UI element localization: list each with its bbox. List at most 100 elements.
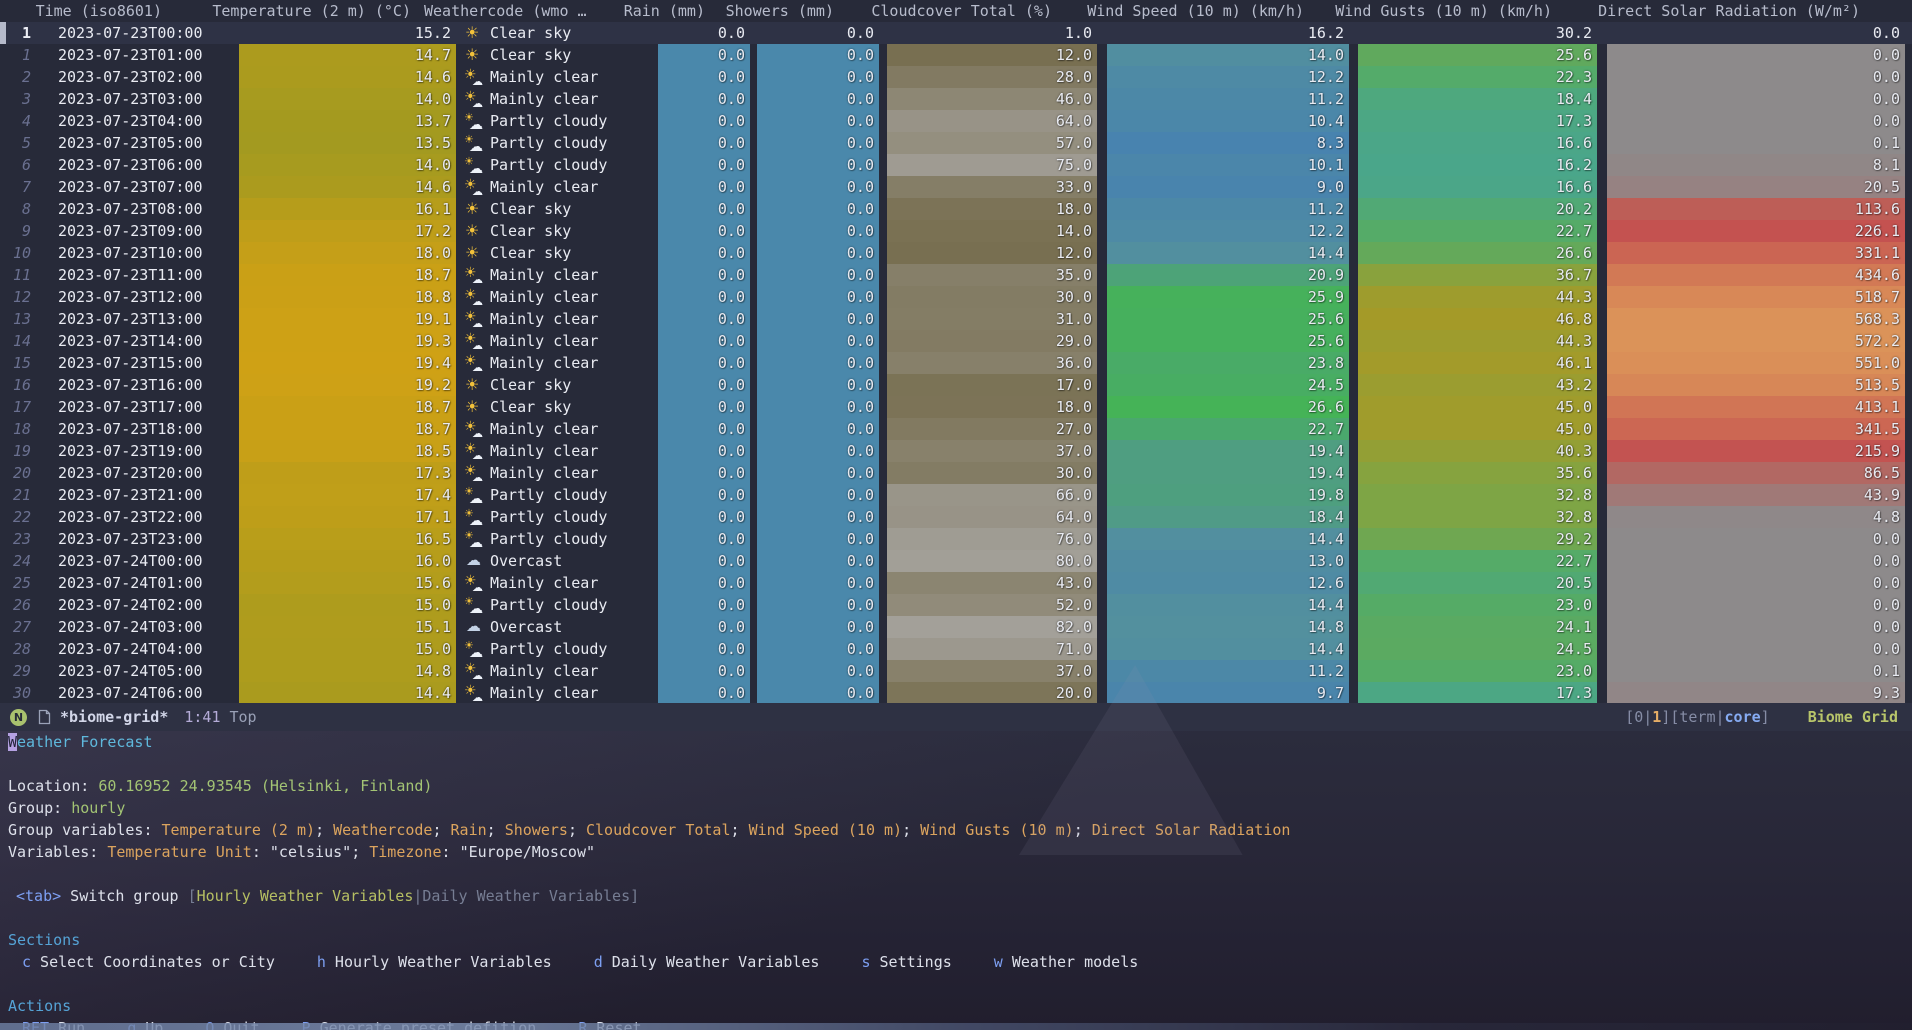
cell-windgusts: 17.3 xyxy=(1358,110,1597,132)
table-row[interactable]: 12023-07-23T01:0014.7☀Clear sky0.00.012.… xyxy=(0,44,1912,66)
section-hourly-weather-variables[interactable]: h Hourly Weather Variables xyxy=(317,951,552,973)
line-number: 30 xyxy=(0,682,40,703)
cell-solar: 20.5 xyxy=(1607,176,1905,198)
key-hint: c xyxy=(22,953,31,971)
table-row[interactable]: 302023-07-24T06:0014.4☀☁Mainly clear0.00… xyxy=(0,682,1912,703)
variable-name: Timezone xyxy=(369,843,441,861)
layout-bracket: [ xyxy=(1670,708,1679,726)
cell-time: 2023-07-23T01:00 xyxy=(40,44,220,66)
tab-key[interactable]: <tab> xyxy=(16,887,61,905)
table-row[interactable]: 102023-07-23T10:0018.0☀Clear sky0.00.012… xyxy=(0,242,1912,264)
mainly-weather-icon: ☀☁ xyxy=(464,90,483,108)
mainly-weather-icon: ☀☁ xyxy=(464,662,483,680)
cell-weathercode: ☀☁Mainly clear xyxy=(462,66,656,88)
table-row[interactable]: 12023-07-23T00:0015.2☀Clear sky0.00.01.0… xyxy=(0,22,1912,44)
table-row[interactable]: 152023-07-23T15:0019.4☀☁Mainly clear0.00… xyxy=(0,352,1912,374)
cell-showers: 0.0 xyxy=(757,198,879,220)
workspace-0[interactable]: 0 xyxy=(1634,708,1643,726)
cell-weathercode: ☀☁Partly cloudy xyxy=(462,154,656,176)
weather-label: Mainly clear xyxy=(490,66,598,88)
table-row[interactable]: 22023-07-23T02:0014.6☀☁Mainly clear0.00.… xyxy=(0,66,1912,88)
section-select-coordinates-or-city[interactable]: c Select Coordinates or City xyxy=(22,951,275,973)
table-row[interactable]: 182023-07-23T18:0018.7☀☁Mainly clear0.00… xyxy=(0,418,1912,440)
cell-showers: 0.0 xyxy=(757,462,879,484)
layout-core[interactable]: core xyxy=(1725,708,1761,726)
cell-windspeed: 14.4 xyxy=(1107,528,1349,550)
tab-group-inactive[interactable]: Daily Weather Variables xyxy=(422,887,630,905)
section-weather-models[interactable]: w Weather models xyxy=(994,951,1139,973)
cell-windgusts: 32.8 xyxy=(1358,506,1597,528)
layout-term[interactable]: term xyxy=(1679,708,1715,726)
tab-group-active[interactable]: Hourly Weather Variables xyxy=(197,887,414,905)
cell-temperature: 13.7 xyxy=(239,110,456,132)
cell-cloudcover: 20.0 xyxy=(887,682,1097,703)
weather-label: Partly cloudy xyxy=(490,154,607,176)
table-row[interactable]: 202023-07-23T20:0017.3☀☁Mainly clear0.00… xyxy=(0,462,1912,484)
line-number: 24 xyxy=(0,550,40,572)
line-number: 20 xyxy=(0,462,40,484)
variables-label: Variables: xyxy=(8,843,107,861)
table-row[interactable]: 282023-07-24T04:0015.0☀☁Partly cloudy0.0… xyxy=(0,638,1912,660)
table-row[interactable]: 242023-07-24T00:0016.0☁Overcast0.00.080.… xyxy=(0,550,1912,572)
line-number: 4 xyxy=(0,110,40,132)
cell-time: 2023-07-24T04:00 xyxy=(40,638,220,660)
clear-weather-icon: ☀ xyxy=(464,222,483,240)
cell-cloudcover: 76.0 xyxy=(887,528,1097,550)
section-settings[interactable]: s Settings xyxy=(861,951,951,973)
mainly-weather-icon: ☀☁ xyxy=(464,354,483,372)
cell-temperature: 13.5 xyxy=(239,132,456,154)
cell-temperature: 17.2 xyxy=(239,220,456,242)
cell-rain: 0.0 xyxy=(658,286,750,308)
cell-weathercode: ☀Clear sky xyxy=(462,22,656,44)
cell-solar: 513.5 xyxy=(1607,374,1905,396)
cell-solar: 0.0 xyxy=(1607,44,1905,66)
table-row[interactable]: 262023-07-24T02:0015.0☀☁Partly cloudy0.0… xyxy=(0,594,1912,616)
overcast-weather-icon: ☁ xyxy=(464,552,483,570)
table-row[interactable]: 72023-07-23T07:0014.6☀☁Mainly clear0.00.… xyxy=(0,176,1912,198)
cell-solar: 0.0 xyxy=(1607,528,1905,550)
table-row[interactable]: 192023-07-23T19:0018.5☀☁Mainly clear0.00… xyxy=(0,440,1912,462)
line-number: 3 xyxy=(0,88,40,110)
cell-temperature: 15.0 xyxy=(239,594,456,616)
cell-windspeed: 25.6 xyxy=(1107,308,1349,330)
overcast-weather-icon: ☁ xyxy=(464,618,483,636)
weather-label: Clear sky xyxy=(490,396,571,418)
table-row[interactable]: 292023-07-24T05:0014.8☀☁Mainly clear0.00… xyxy=(0,660,1912,682)
table-row[interactable]: 62023-07-23T06:0014.0☀☁Partly cloudy0.00… xyxy=(0,154,1912,176)
key-hint: w xyxy=(994,953,1003,971)
cell-weathercode: ☀☁Mainly clear xyxy=(462,308,656,330)
sections-title: Sections xyxy=(8,929,1912,951)
cell-rain: 0.0 xyxy=(658,506,750,528)
group-line: Group: hourly xyxy=(8,797,1912,819)
table-row[interactable]: 92023-07-23T09:0017.2☀Clear sky0.00.014.… xyxy=(0,220,1912,242)
key-hint-label: Daily Weather Variables xyxy=(603,953,820,971)
cell-windspeed: 10.4 xyxy=(1107,110,1349,132)
key-hint: s xyxy=(861,953,870,971)
table-row[interactable]: 142023-07-23T14:0019.3☀☁Mainly clear0.00… xyxy=(0,330,1912,352)
cell-weathercode: ☀☁Partly cloudy xyxy=(462,506,656,528)
table-row[interactable]: 252023-07-24T01:0015.6☀☁Mainly clear0.00… xyxy=(0,572,1912,594)
weather-label: Partly cloudy xyxy=(490,506,607,528)
cell-rain: 0.0 xyxy=(658,264,750,286)
section-daily-weather-variables[interactable]: d Daily Weather Variables xyxy=(594,951,820,973)
table-row[interactable]: 112023-07-23T11:0018.7☀☁Mainly clear0.00… xyxy=(0,264,1912,286)
table-row[interactable]: 122023-07-23T12:0018.8☀☁Mainly clear0.00… xyxy=(0,286,1912,308)
table-row[interactable]: 172023-07-23T17:0018.7☀Clear sky0.00.018… xyxy=(0,396,1912,418)
table-row[interactable]: 82023-07-23T08:0016.1☀Clear sky0.00.018.… xyxy=(0,198,1912,220)
table-row[interactable]: 132023-07-23T13:0019.1☀☁Mainly clear0.00… xyxy=(0,308,1912,330)
cell-temperature: 14.7 xyxy=(239,44,456,66)
workspace-1[interactable]: 1 xyxy=(1652,708,1661,726)
cell-windgusts: 43.2 xyxy=(1358,374,1597,396)
cell-showers: 0.0 xyxy=(757,682,879,703)
table-row[interactable]: 222023-07-23T22:0017.1☀☁Partly cloudy0.0… xyxy=(0,506,1912,528)
cell-windgusts: 46.8 xyxy=(1358,308,1597,330)
table-row[interactable]: 212023-07-23T21:0017.4☀☁Partly cloudy0.0… xyxy=(0,484,1912,506)
table-row[interactable]: 232023-07-23T23:0016.5☀☁Partly cloudy0.0… xyxy=(0,528,1912,550)
table-row[interactable]: 162023-07-23T16:0019.2☀Clear sky0.00.017… xyxy=(0,374,1912,396)
table-row[interactable]: 52023-07-23T05:0013.5☀☁Partly cloudy0.00… xyxy=(0,132,1912,154)
mainly-weather-icon: ☀☁ xyxy=(464,464,483,482)
table-row[interactable]: 272023-07-24T03:0015.1☁Overcast0.00.082.… xyxy=(0,616,1912,638)
table-row[interactable]: 32023-07-23T03:0014.0☀☁Mainly clear0.00.… xyxy=(0,88,1912,110)
cell-windspeed: 26.6 xyxy=(1107,396,1349,418)
table-row[interactable]: 42023-07-23T04:0013.7☀☁Partly cloudy0.00… xyxy=(0,110,1912,132)
